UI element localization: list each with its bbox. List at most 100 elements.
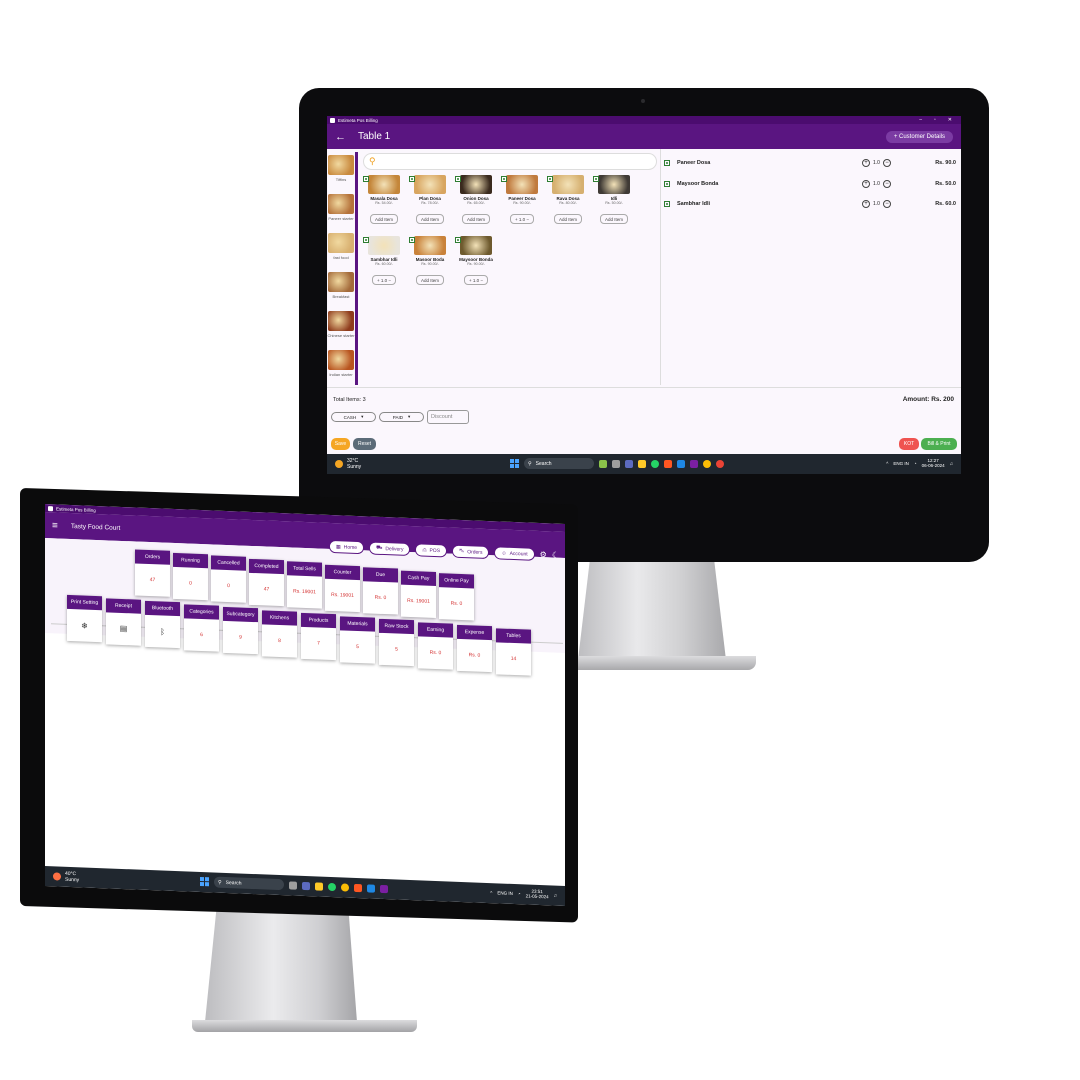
dark-mode-icon[interactable]: ☾ bbox=[552, 550, 559, 559]
vscode-icon[interactable] bbox=[677, 459, 685, 468]
stat-card[interactable]: Total Sells Rs. 19001 bbox=[287, 561, 322, 609]
tile-card[interactable]: Print Setting ❄ bbox=[67, 594, 102, 643]
tile-card[interactable]: Raw Stock 5 bbox=[379, 618, 414, 667]
add-item-button[interactable]: + 1.0 − bbox=[371, 275, 396, 285]
chrome-icon[interactable] bbox=[716, 459, 724, 468]
add-item-button[interactable]: Add Item bbox=[369, 214, 398, 224]
add-item-button[interactable]: Add Item bbox=[415, 214, 444, 224]
add-item-button[interactable]: Add Item bbox=[461, 214, 490, 224]
taskbar-search[interactable]: ⚲ Search bbox=[214, 876, 284, 891]
tile-card[interactable]: Expense Rs. 0 bbox=[457, 624, 492, 673]
chevron-up-icon[interactable]: ^ bbox=[490, 890, 492, 895]
brave-icon[interactable] bbox=[664, 459, 672, 468]
tile-card[interactable]: Products 7 bbox=[301, 612, 336, 661]
whatsapp-icon[interactable] bbox=[651, 459, 659, 468]
product-card[interactable]: Sambhar Idli Rs. 60.00/- + 1.0 − bbox=[361, 236, 407, 289]
home-button[interactable]: ▦ Home bbox=[329, 539, 365, 555]
category-item[interactable]: Tiffins bbox=[327, 152, 355, 191]
category-item[interactable]: Paneer starter bbox=[327, 191, 355, 230]
plus-icon[interactable]: + bbox=[862, 179, 870, 188]
category-item[interactable]: Indian starter bbox=[327, 347, 355, 386]
add-item-button[interactable]: + 1.0 − bbox=[463, 275, 488, 285]
product-card[interactable]: Masala Dosa Rs. 54.00/- Add Item bbox=[361, 175, 407, 228]
product-card[interactable]: Idli Rs. 50.00/- Add Item bbox=[591, 175, 637, 228]
category-item[interactable]: Breakfast bbox=[327, 269, 355, 308]
product-card[interactable]: Plan Dosa Rs. 78.00/- Add Item bbox=[407, 175, 453, 228]
wifi-icon[interactable]: ◔ bbox=[914, 461, 917, 466]
tile-card[interactable]: Earning Rs. 0 bbox=[418, 621, 453, 670]
tile-card[interactable]: Categories 6 bbox=[184, 603, 219, 652]
weather-widget[interactable]: 32°C Sunny bbox=[335, 458, 361, 470]
category-item[interactable]: Chinese starter bbox=[327, 308, 355, 347]
app-icon[interactable] bbox=[690, 459, 698, 468]
whatsapp-icon[interactable] bbox=[328, 882, 336, 891]
tile-card[interactable]: Tables 14 bbox=[496, 627, 531, 676]
product-card[interactable]: Masoor Boda Rs. 90.00/- Add Item bbox=[407, 236, 453, 289]
orders-button[interactable]: ⛍ Orders bbox=[452, 544, 490, 560]
app-icon[interactable] bbox=[289, 880, 297, 890]
app-icon[interactable] bbox=[612, 459, 620, 468]
tile-card[interactable]: Kitchens 8 bbox=[262, 609, 297, 658]
add-item-button[interactable]: Add Item bbox=[599, 214, 628, 224]
bell-icon[interactable]: ♫ bbox=[554, 892, 557, 897]
chrome-icon[interactable] bbox=[341, 882, 349, 892]
gear-icon[interactable]: ⚙ bbox=[540, 550, 547, 559]
kot-button[interactable]: KOT bbox=[899, 438, 919, 450]
payment-status-select[interactable]: PAID ▾ bbox=[379, 412, 424, 422]
discount-input[interactable]: Discount bbox=[427, 410, 469, 424]
minus-icon[interactable]: − bbox=[882, 179, 891, 188]
lang-indicator[interactable]: ENG IN bbox=[893, 461, 909, 466]
close-icon[interactable]: ✕ bbox=[948, 117, 952, 123]
category-item[interactable]: fast food bbox=[327, 230, 355, 269]
plus-icon[interactable]: + bbox=[862, 159, 870, 168]
customer-details-button[interactable]: + Customer Details bbox=[885, 130, 953, 143]
payment-mode-select[interactable]: CASH ▾ bbox=[331, 412, 376, 422]
folder-icon[interactable] bbox=[315, 881, 323, 891]
lang-indicator[interactable]: ENG IN bbox=[497, 890, 513, 896]
chrome-icon[interactable] bbox=[703, 459, 711, 468]
add-item-button[interactable]: Add Item bbox=[415, 275, 444, 285]
tile-card[interactable]: Bluetooth ᛒ bbox=[145, 600, 180, 649]
maximize-icon[interactable]: ▫ bbox=[934, 117, 936, 123]
add-item-button[interactable]: + 1.0 − bbox=[509, 214, 534, 224]
windows-start-icon[interactable] bbox=[510, 459, 519, 468]
plus-icon[interactable]: + bbox=[862, 200, 870, 209]
minimize-icon[interactable]: – bbox=[919, 117, 922, 123]
pos-button[interactable]: ⎙ POS bbox=[415, 543, 448, 558]
windows-start-icon[interactable] bbox=[200, 876, 209, 887]
minus-icon[interactable]: − bbox=[882, 159, 891, 168]
stat-card[interactable]: Running 0 bbox=[173, 552, 208, 600]
stat-card[interactable]: Orders 47 bbox=[135, 549, 170, 597]
tile-card[interactable]: Materials 5 bbox=[340, 615, 375, 664]
app-icon[interactable] bbox=[302, 881, 310, 890]
delivery-button[interactable]: ⛟ Delivery bbox=[369, 541, 411, 557]
add-item-button[interactable]: Add Item bbox=[553, 214, 582, 224]
product-card[interactable]: Rava Dosa Rs. 80.00/- Add Item bbox=[545, 175, 591, 228]
app-icon[interactable] bbox=[599, 459, 607, 468]
product-card[interactable]: Maysoor Bonda Rs. 90.00/- + 1.0 − bbox=[453, 236, 499, 289]
bill-print-button[interactable]: Bill & Print bbox=[921, 438, 957, 450]
account-button[interactable]: ☺ Account bbox=[494, 546, 535, 561]
hamburger-menu-icon[interactable]: ≡ bbox=[52, 520, 58, 531]
brave-icon[interactable] bbox=[354, 883, 362, 892]
bell-icon[interactable]: ♫ bbox=[950, 461, 953, 466]
tile-card[interactable]: Subcategory 9 bbox=[223, 606, 258, 655]
weather-widget[interactable]: 40°C Sunny bbox=[53, 870, 79, 883]
window-controls[interactable]: – ▫ ✕ bbox=[919, 117, 958, 123]
product-card[interactable]: Onion Dosa Rs. 65.00/- Add Item bbox=[453, 175, 499, 228]
folder-icon[interactable] bbox=[638, 459, 646, 468]
wifi-icon[interactable]: ◔ bbox=[518, 891, 521, 896]
back-arrow-icon[interactable]: ← bbox=[335, 131, 346, 143]
product-search-input[interactable]: ⚲ bbox=[363, 153, 657, 170]
app-icon[interactable] bbox=[625, 459, 633, 468]
quantity-stepper[interactable]: +1.0− bbox=[862, 159, 922, 168]
chevron-up-icon[interactable]: ^ bbox=[886, 461, 888, 466]
taskbar-search[interactable]: ⚲ Search bbox=[524, 458, 594, 469]
stat-card[interactable]: Completed 47 bbox=[249, 558, 284, 606]
save-button[interactable]: Save bbox=[331, 438, 350, 450]
app-icon[interactable] bbox=[380, 884, 388, 893]
tile-card[interactable]: Receipt ▤ bbox=[106, 597, 141, 646]
reset-button[interactable]: Reset bbox=[353, 438, 376, 450]
vscode-icon[interactable] bbox=[367, 883, 375, 893]
quantity-stepper[interactable]: +1.0− bbox=[862, 179, 922, 188]
